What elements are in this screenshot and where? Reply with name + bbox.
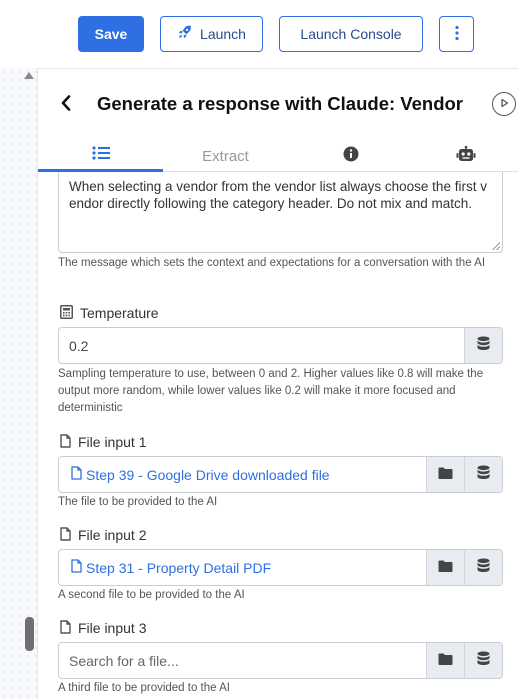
folder-icon: [438, 559, 453, 577]
file-input-1-label: File input 1: [60, 432, 146, 452]
resize-handle-icon[interactable]: [492, 242, 500, 250]
temperature-label-text: Temperature: [80, 305, 159, 321]
file-input-1-help: The file to be provided to the AI: [58, 496, 218, 508]
file-input-1-label-text: File input 1: [78, 434, 147, 450]
file-input-1-value[interactable]: Step 39 - Google Drive downloaded file: [59, 457, 426, 492]
file-input-2-help: A second file to be provided to the AI: [58, 589, 245, 601]
file-input-3-data-source-button[interactable]: [464, 643, 502, 678]
tab-extract[interactable]: Extract: [163, 140, 288, 172]
file-input-2-text: Step 31 - Property Detail PDF: [86, 559, 272, 576]
save-button-label: Save: [94, 26, 128, 42]
file-input-2-browse-button[interactable]: [426, 550, 464, 585]
rocket-icon: [177, 25, 192, 43]
file-input-2-value[interactable]: Step 31 - Property Detail PDF: [59, 550, 426, 585]
file-input-1-field[interactable]: Step 39 - Google Drive downloaded file: [58, 456, 503, 493]
calculator-icon: [60, 304, 73, 322]
file-input-2-label: File input 2: [60, 525, 146, 545]
play-icon: [499, 95, 509, 113]
scrollbar-thumb[interactable]: [25, 617, 34, 651]
more-vertical-icon: [454, 25, 459, 44]
file-input-3-label: File input 3: [60, 618, 146, 638]
file-input-3-field[interactable]: Search for a file...: [58, 642, 503, 679]
folder-icon: [438, 466, 453, 484]
panel-tabs: Extract: [38, 140, 518, 172]
system-message-textarea[interactable]: When selecting a vendor from the vendor …: [58, 172, 503, 253]
save-button[interactable]: Save: [78, 16, 144, 52]
file-input-1-data-source-button[interactable]: [464, 457, 502, 492]
file-input-3-help: A third file to be provided to the AI: [58, 682, 230, 694]
launch-console-label: Launch Console: [300, 26, 402, 42]
database-icon: [477, 336, 490, 356]
database-icon: [477, 558, 490, 578]
panel-title: Generate a response with Claude: Vendor: [97, 93, 463, 114]
tab-settings[interactable]: [38, 140, 163, 172]
temperature-field[interactable]: 0.2: [58, 327, 503, 364]
file-search-input[interactable]: Search for a file...: [59, 643, 426, 678]
file-input-1-text: Step 39 - Google Drive downloaded file: [86, 466, 330, 483]
file-icon: [60, 619, 71, 637]
canvas-rail: [0, 68, 38, 699]
tab-extract-label: Extract: [202, 147, 249, 165]
launch-button-label: Launch: [200, 26, 246, 42]
chevron-left-icon: [61, 94, 71, 116]
folder-icon: [438, 652, 453, 670]
tab-info[interactable]: [288, 140, 413, 172]
more-options-button[interactable]: [439, 16, 474, 52]
launch-console-button[interactable]: Launch Console: [279, 16, 423, 52]
file-icon: [60, 526, 71, 544]
top-toolbar: Save Launch Launch Console: [0, 0, 518, 68]
temperature-help: Sampling temperature to use, between 0 a…: [58, 368, 484, 414]
scroll-up-arrow-icon[interactable]: [24, 72, 34, 79]
file-icon: [60, 433, 71, 451]
file-input-2-field[interactable]: Step 31 - Property Detail PDF: [58, 549, 503, 586]
info-icon: [343, 146, 359, 166]
temperature-input[interactable]: 0.2: [59, 328, 464, 363]
database-icon: [477, 651, 490, 671]
file-input-3-browse-button[interactable]: [426, 643, 464, 678]
file-input-2-label-text: File input 2: [78, 527, 147, 543]
list-icon: [91, 145, 110, 164]
file-link-icon: [71, 466, 82, 483]
temperature-data-source-button[interactable]: [464, 328, 502, 363]
run-step-button[interactable]: [492, 92, 516, 116]
system-message-text: When selecting a vendor from the vendor …: [69, 179, 487, 211]
file-input-1-browse-button[interactable]: [426, 457, 464, 492]
tab-ai[interactable]: [413, 140, 518, 172]
back-button[interactable]: [56, 94, 76, 116]
file-input-3-label-text: File input 3: [78, 620, 147, 636]
file-link-icon: [71, 559, 82, 576]
system-message-help: The message which sets the context and e…: [58, 257, 486, 269]
database-icon: [477, 465, 490, 485]
temperature-label: Temperature: [60, 303, 159, 323]
file-input-2-data-source-button[interactable]: [464, 550, 502, 585]
divider: [38, 68, 518, 69]
robot-icon: [456, 145, 476, 166]
launch-button[interactable]: Launch: [160, 16, 263, 52]
